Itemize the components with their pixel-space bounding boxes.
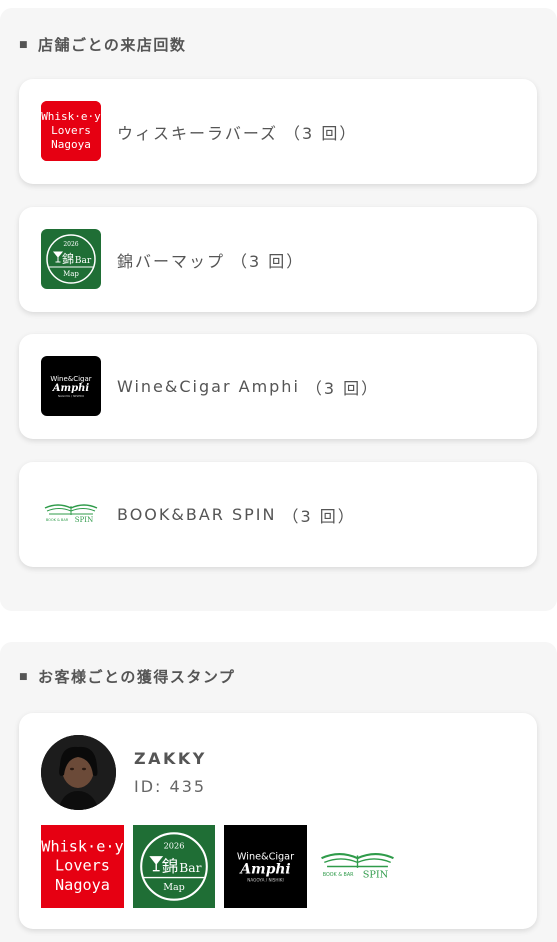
store-visits-title: ■ 店舗ごとの来店回数 [19, 34, 186, 55]
nishiki-logo-year: 2026 [63, 241, 78, 248]
shop-name-text: BOOK&BAR SPIN [117, 505, 277, 524]
avatar [41, 735, 116, 810]
stamp-nishiki-kanji: 錦 [162, 857, 178, 876]
stamp-spin-right: SPIN [363, 870, 389, 881]
shop-name: BOOK&BAR SPIN （3 回） [117, 462, 356, 567]
stamp-whiskey-line2: Lovers [55, 857, 110, 875]
whiskey-logo-line2: Lovers [51, 124, 91, 137]
square-bullet-icon: ■ [19, 671, 30, 682]
amphi-logo-sub: NAGOYA / NISHIKI [58, 394, 85, 398]
customer-stamps-title: ■ お客様ごとの獲得スタンプ [19, 666, 235, 687]
shop-card-wine-cigar-amphi[interactable]: Wine&Cigar Amphi NAGOYA / NISHIKI Wine&C… [19, 334, 537, 439]
stamp-nishiki-year: 2026 [164, 840, 185, 850]
stamp-nishiki-bar-map[interactable]: 2026 錦 Bar Map [133, 825, 215, 908]
shop-name: Wine&Cigar Amphi （3 回） [117, 334, 379, 439]
stamp-amphi-sub: NAGOYA / NISHIKI [247, 878, 283, 883]
visit-count: （3 回） [282, 506, 356, 526]
shop-card-book-bar-spin[interactable]: BOOK & BAR SPIN BOOK&BAR SPIN （3 回） [19, 462, 537, 567]
nishiki-logo-bar: Bar [75, 256, 92, 266]
wine-cigar-amphi-logo: Wine&Cigar Amphi NAGOYA / NISHIKI [41, 356, 101, 416]
whiskey-logo-line3: Nagoya [51, 138, 91, 151]
visit-count: （3 回） [284, 123, 358, 143]
stamp-whiskey-lovers[interactable]: Whisk·e·y Lovers Nagoya [41, 825, 124, 908]
shop-name-text: ウィスキーラバーズ [117, 123, 279, 143]
customer-name: ZAKKY [134, 749, 207, 768]
amphi-logo-main: Amphi [52, 383, 90, 394]
book-bar-spin-logo: BOOK & BAR SPIN [41, 484, 101, 544]
customer-stamps-heading: お客様ごとの獲得スタンプ [38, 668, 236, 686]
stamp-wine-cigar-amphi[interactable]: Wine&Cigar Amphi NAGOYA / NISHIKI [224, 825, 307, 908]
customer-stamps-panel: ■ お客様ごとの獲得スタンプ ZAKKY ID: 435 Whisk·e·y L… [0, 642, 557, 942]
visit-count: （3 回） [231, 251, 305, 271]
shop-name: 錦バーマップ （3 回） [117, 207, 304, 312]
stamp-book-bar-spin[interactable]: BOOK & BAR SPIN [316, 825, 399, 908]
square-bullet-icon: ■ [19, 39, 30, 50]
nishiki-bar-map-logo: 2026 錦 Bar Map [41, 229, 101, 289]
stamp-list: Whisk·e·y Lovers Nagoya 2026 錦 Bar Map W… [41, 825, 399, 908]
spin-logo-left: BOOK & BAR [46, 518, 69, 522]
customer-card[interactable]: ZAKKY ID: 435 Whisk·e·y Lovers Nagoya 20… [19, 713, 537, 929]
whiskey-logo-line1: Whisk·e·y [41, 110, 101, 123]
nishiki-logo-kanji: 錦 [62, 251, 74, 266]
stamp-nishiki-bar: Bar [179, 861, 201, 875]
shop-card-nishiki-bar-map[interactable]: 2026 錦 Bar Map 錦バーマップ （3 回） [19, 207, 537, 312]
stamp-whiskey-line3: Nagoya [55, 876, 110, 894]
whiskey-lovers-nagoya-logo: Whisk·e·y Lovers Nagoya [41, 101, 101, 161]
spin-logo-right: SPIN [75, 516, 93, 524]
stamp-whiskey-line1: Whisk·e·y [41, 837, 123, 855]
shop-card-whiskey-lovers[interactable]: Whisk·e·y Lovers Nagoya ウィスキーラバーズ （3 回） [19, 79, 537, 184]
amphi-logo-top: Wine&Cigar [50, 375, 91, 383]
shop-name-text: Wine&Cigar Amphi [117, 377, 300, 396]
customer-id: ID: 435 [134, 777, 207, 796]
stamp-amphi-main: Amphi [238, 861, 290, 877]
shop-name: ウィスキーラバーズ （3 回） [117, 79, 357, 184]
stamp-spin-left: BOOK & BAR [323, 872, 354, 878]
shop-name-text: 錦バーマップ [117, 251, 226, 271]
stamp-nishiki-map: Map [163, 882, 185, 893]
nishiki-logo-map: Map [63, 270, 79, 278]
store-visits-heading: 店舗ごとの来店回数 [38, 36, 187, 54]
visit-count: （3 回） [305, 378, 380, 398]
